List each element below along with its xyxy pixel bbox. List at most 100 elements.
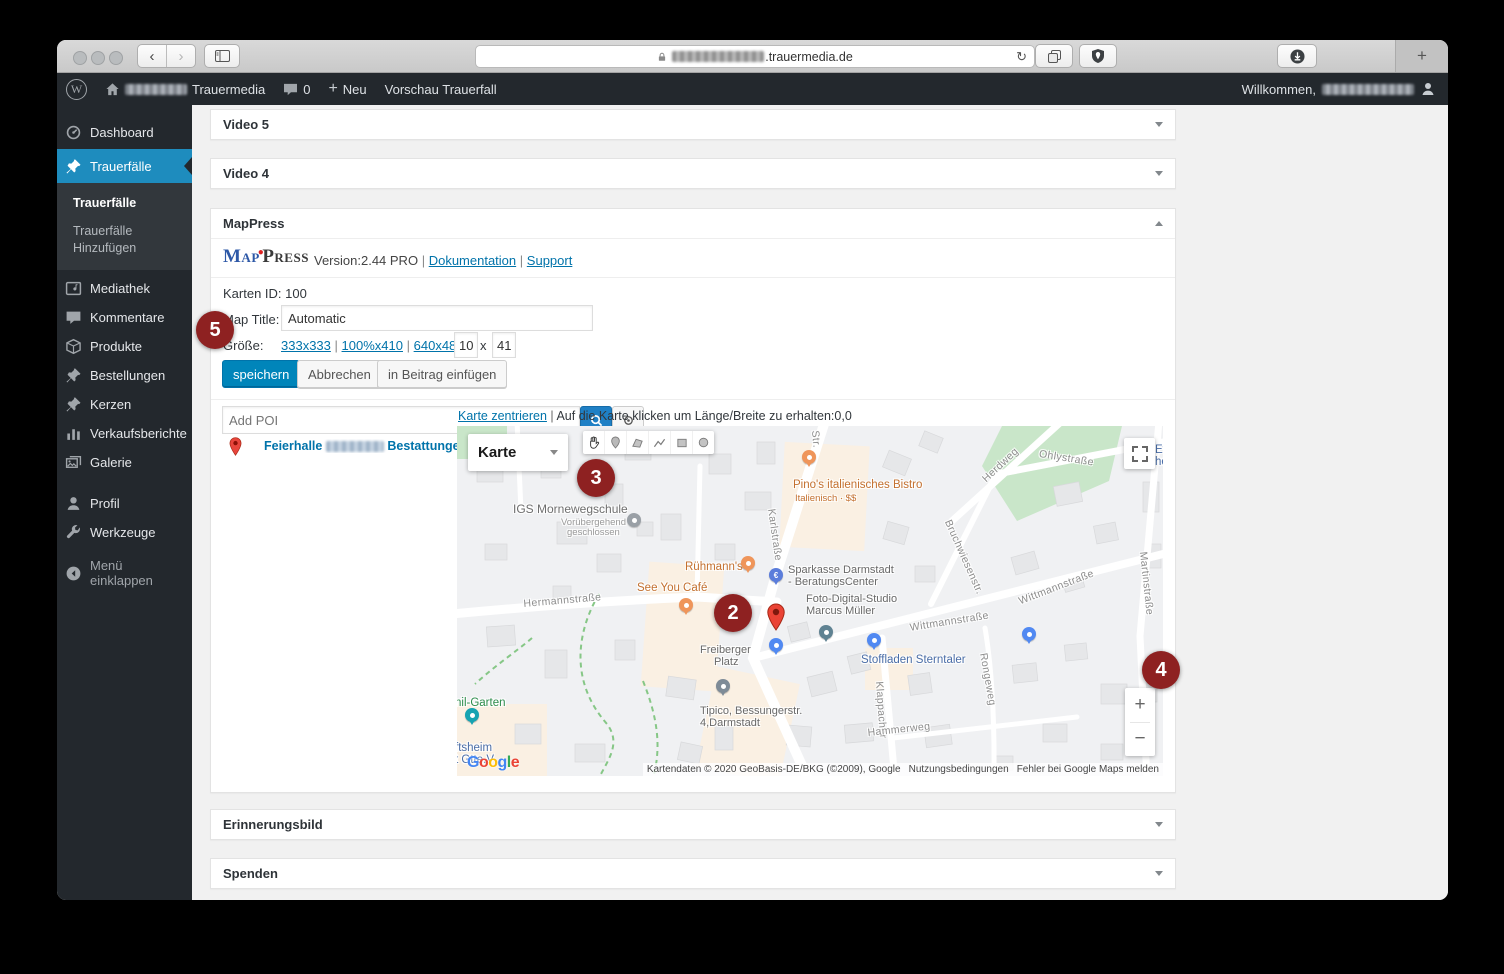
shopping-icon[interactable]	[1022, 627, 1036, 644]
save-button[interactable]: speichern	[222, 360, 301, 388]
shopping-icon[interactable]	[867, 633, 881, 650]
account-menu[interactable]: Willkommen,	[1242, 81, 1448, 97]
sidebar-item-profil[interactable]: Profil	[57, 489, 192, 518]
chevron-up-icon[interactable]	[1155, 221, 1163, 226]
restaurant-icon[interactable]	[802, 450, 816, 467]
google-logo[interactable]: Google	[467, 754, 520, 772]
sidebar-item-verkaufsberichte[interactable]: Verkaufsberichte	[57, 419, 192, 448]
street-label: Herdweg	[980, 445, 1021, 485]
google-map[interactable]: IGS Mornewegschule Vorübergehend geschloss…	[457, 426, 1163, 776]
circle-tool-button[interactable]	[692, 431, 714, 454]
sidebar-item-galerie[interactable]: Galerie	[57, 448, 192, 477]
zoom-out-button[interactable]: −	[1125, 723, 1155, 757]
map-marker[interactable]	[767, 603, 785, 631]
window-minimize-button[interactable]	[91, 51, 105, 65]
sidebar-collapse-menu[interactable]: Menü einklappen	[57, 558, 192, 588]
logo-press: Press	[262, 246, 309, 267]
sidebar-label: Werkzeuge	[90, 524, 156, 540]
site-name-menu[interactable]: Trauermedia	[96, 73, 274, 105]
chevron-down-icon[interactable]	[1155, 822, 1163, 827]
school-icon[interactable]	[627, 513, 641, 527]
sidebar-label: Trauerfälle	[90, 158, 152, 174]
custom-width-input[interactable]	[454, 332, 478, 358]
documentation-link[interactable]: Dokumentation	[429, 253, 516, 268]
street-label: Wittmannstraße	[909, 609, 990, 634]
zoom-in-button[interactable]: +	[1125, 688, 1155, 722]
wp-logo-menu[interactable]: W	[57, 73, 96, 105]
sidebar-label: Kerzen	[90, 396, 132, 412]
photo-studio-icon[interactable]	[819, 625, 833, 642]
center-map-link[interactable]: Karte zentrieren	[458, 409, 547, 423]
chevron-down-icon[interactable]	[1155, 122, 1163, 127]
bank-icon[interactable]: €	[769, 568, 783, 585]
extension-button[interactable]	[1079, 44, 1117, 68]
attribution-text: Kartendaten © 2020 GeoBasis-DE/BKG (©200…	[646, 764, 901, 775]
comments-menu[interactable]: 0	[274, 73, 319, 105]
map-type-control[interactable]: Karte	[468, 434, 568, 471]
custom-height-input[interactable]	[492, 332, 516, 358]
submenu-item-trauerfaelle-hinzufuegen[interactable]: Trauerfälle Hinzufügen	[57, 217, 173, 262]
forward-button[interactable]: ›	[166, 45, 195, 67]
sidebar-item-produkte[interactable]: Produkte	[57, 332, 192, 361]
map-poi-label: IGS Mornewegschule	[513, 502, 628, 516]
window-zoom-button[interactable]	[109, 51, 123, 65]
submenu-item-trauerfaelle[interactable]: Trauerfälle	[57, 189, 192, 217]
panel-header[interactable]: Spenden	[211, 859, 1175, 888]
back-button[interactable]: ‹	[138, 45, 166, 67]
sidebar-label: Bestellungen	[90, 367, 166, 383]
pan-tool-button[interactable]	[583, 431, 604, 454]
panel-title: Spenden	[223, 866, 278, 881]
size-option-100pct[interactable]: 100%x410	[342, 338, 403, 353]
poi-name-prefix: Feierhalle	[264, 439, 323, 453]
sidebar-item-mediathek[interactable]: Mediathek	[57, 274, 192, 303]
marker-tool-button[interactable]	[604, 431, 626, 454]
plus-icon: +	[328, 80, 338, 97]
new-tab-button[interactable]: +	[1395, 40, 1448, 72]
sidebar-item-werkzeuge[interactable]: Werkzeuge	[57, 518, 192, 547]
street-label: Karlstraße	[765, 508, 785, 562]
map-title-input[interactable]	[281, 305, 593, 331]
tab-overview-button[interactable]	[1035, 44, 1073, 68]
poi-list-item[interactable]: Feierhalle Bestattunger	[264, 439, 459, 453]
shopping-icon[interactable]	[769, 638, 783, 655]
report-error-link[interactable]: Fehler bei Google Maps melden	[1017, 764, 1159, 775]
sidebar-item-kerzen[interactable]: Kerzen	[57, 390, 192, 419]
window-close-button[interactable]	[73, 51, 87, 65]
chevron-down-icon[interactable]	[1155, 871, 1163, 876]
place-icon[interactable]	[716, 679, 730, 696]
preview-link[interactable]: Vorschau Trauerfall	[376, 73, 506, 105]
site-name: Trauermedia	[192, 81, 266, 97]
map-poi-label: he	[1155, 456, 1163, 468]
downloads-button[interactable]	[1277, 44, 1317, 68]
sidebar-item-dashboard[interactable]: Dashboard	[57, 115, 192, 149]
panel-header[interactable]: Video 4	[211, 159, 1175, 188]
user-icon	[65, 495, 82, 512]
chevron-down-icon[interactable]	[1155, 171, 1163, 176]
polyline-icon	[653, 438, 666, 447]
sidebar-item-trauerfaelle[interactable]: Trauerfälle	[57, 149, 192, 183]
address-bar[interactable]: .trauermedia.de ↻	[475, 45, 1035, 68]
new-content-menu[interactable]: + Neu	[319, 73, 375, 105]
restaurant-icon[interactable]	[741, 556, 755, 573]
sidebar-item-bestellungen[interactable]: Bestellungen	[57, 361, 192, 390]
panel-header[interactable]: Erinnerungsbild	[211, 810, 1175, 839]
polyline-tool-button[interactable]	[648, 431, 670, 454]
garden-icon[interactable]	[465, 708, 479, 725]
sidebar-item-kommentare[interactable]: Kommentare	[57, 303, 192, 332]
panel-header[interactable]: Video 5	[211, 110, 1175, 139]
support-link[interactable]: Support	[527, 253, 573, 268]
size-option-333[interactable]: 333x333	[281, 338, 331, 353]
reload-icon[interactable]: ↻	[1016, 49, 1027, 65]
terms-link[interactable]: Nutzungsbedingungen	[909, 764, 1009, 775]
shield-icon	[1092, 49, 1104, 63]
version-line: Version:2.44 PRO | Dokumentation | Suppo…	[314, 253, 573, 268]
panel-header[interactable]: MapPress	[211, 209, 1175, 238]
cancel-button[interactable]: Abbrechen	[297, 360, 382, 388]
cafe-icon[interactable]	[679, 598, 693, 615]
sidebar-toggle-button[interactable]	[204, 44, 240, 68]
poi-pin-icon	[229, 437, 242, 456]
fullscreen-button[interactable]	[1124, 438, 1155, 469]
insert-into-post-button[interactable]: in Beitrag einfügen	[377, 360, 508, 388]
rectangle-tool-button[interactable]	[670, 431, 692, 454]
polygon-tool-button[interactable]	[626, 431, 648, 454]
